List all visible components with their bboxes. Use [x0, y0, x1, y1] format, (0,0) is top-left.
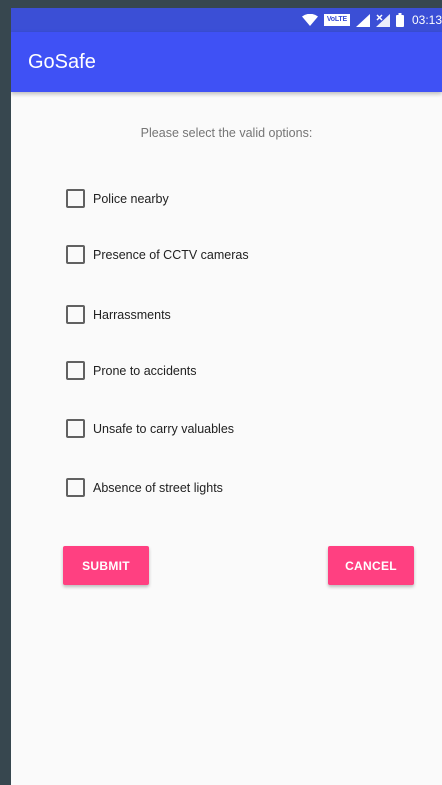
form-prompt: Please select the valid options:: [140, 126, 313, 140]
submit-button[interactable]: SUBMIT: [63, 546, 149, 585]
app-bar: GoSafe: [11, 32, 442, 92]
option-label: Police nearby: [93, 191, 169, 206]
option-prone-to-accidents[interactable]: Prone to accidents: [66, 361, 197, 380]
option-label: Prone to accidents: [93, 363, 197, 378]
checkbox[interactable]: [66, 305, 85, 324]
option-label: Presence of CCTV cameras: [93, 247, 249, 262]
checkbox[interactable]: [66, 189, 85, 208]
checkbox[interactable]: [66, 478, 85, 497]
signal-no-sim-icon: [375, 13, 390, 27]
volte-icon: VoLTE: [323, 14, 350, 26]
status-icons: VoLTE 03:13: [301, 8, 442, 32]
option-unsafe-valuables[interactable]: Unsafe to carry valuables: [66, 419, 234, 438]
app-screen: VoLTE 03:13 GoSafe Please select the val…: [11, 8, 442, 785]
signal-icon: [355, 13, 370, 27]
status-bar: VoLTE 03:13: [11, 8, 442, 32]
option-label: Unsafe to carry valuables: [93, 421, 235, 436]
option-harrassments[interactable]: Harrassments: [66, 305, 171, 324]
wifi-icon: [301, 14, 318, 26]
option-label: Absence of street lights: [93, 480, 223, 495]
clock: 03:13: [411, 13, 442, 27]
checkbox[interactable]: [66, 245, 85, 264]
cancel-button[interactable]: CANCEL: [328, 546, 414, 585]
app-title: GoSafe: [28, 51, 96, 73]
battery-icon: [395, 13, 404, 27]
option-police-nearby[interactable]: Police nearby: [66, 189, 169, 208]
checkbox[interactable]: [66, 419, 85, 438]
option-absence-street-lights[interactable]: Absence of street lights: [66, 478, 223, 497]
option-label: Harrassments: [93, 307, 171, 322]
option-cctv-cameras[interactable]: Presence of CCTV cameras: [66, 245, 249, 264]
checkbox[interactable]: [66, 361, 85, 380]
